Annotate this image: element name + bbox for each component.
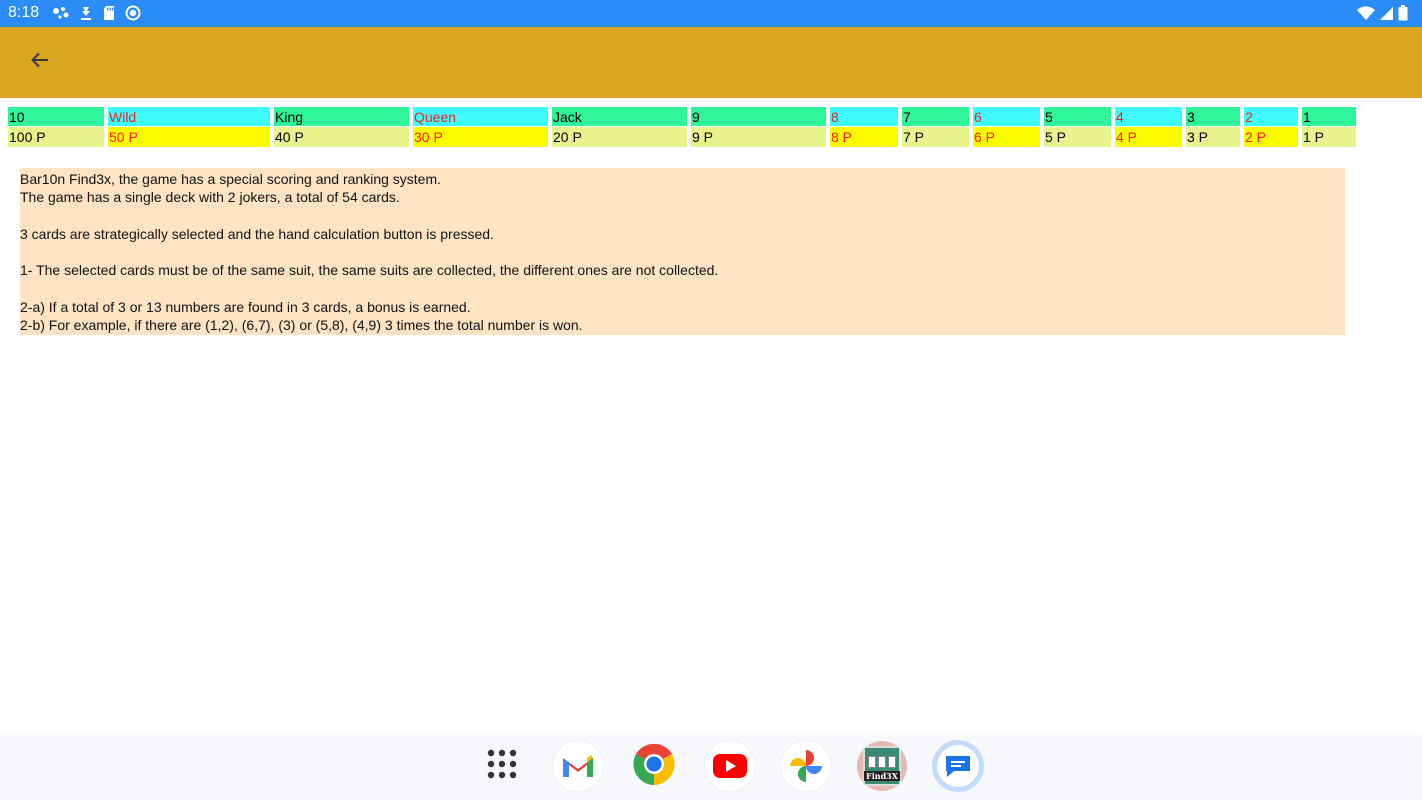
photos-app-button[interactable] [768,740,844,792]
battery-icon [1398,5,1408,21]
chrome-icon [629,739,679,794]
card-name-cell: 6 [973,107,1040,127]
rules-line: 2-a) If a total of 3 or 13 numbers are f… [20,299,471,316]
sd-card-icon [102,5,116,21]
card-points-cell: 20 P [552,127,687,148]
rules-line: Bar10n Find3x, the game has a special sc… [20,171,442,187]
card-points-cell: 9 P [691,127,826,148]
card-name-row: 10 Wild King Queen Jack 9 8 7 6 5 4 3 2 … [8,107,1360,127]
rules-blank-line [20,207,1345,225]
card-name-cell: Queen [413,107,548,127]
card-points-cell: 2 P [1244,127,1298,148]
gmail-app-button[interactable] [540,740,616,792]
card-points-cell: 30 P [413,127,548,148]
rules-line: 3 cards are strategically selected and t… [20,225,494,242]
find3x-app-button[interactable]: Find3X [844,740,920,792]
download-icon [79,6,93,21]
card-points-cell: 3 P [1186,127,1240,148]
card-name-cell: 2 [1244,107,1298,127]
wifi-icon [1357,5,1375,21]
card-name-cell: 8 [830,107,898,127]
card-name-cell: Jack [552,107,687,127]
card-name-cell: 3 [1186,107,1240,127]
photos-icon [781,741,831,791]
find3x-app-icon: Find3X [857,741,907,791]
youtube-icon [705,741,755,791]
arrow-left-icon [29,49,51,76]
app-drawer-icon [486,748,518,785]
app-drawer-button[interactable] [464,740,540,792]
card-name-cell: 7 [902,107,969,127]
messages-app-button[interactable] [920,740,996,792]
youtube-app-button[interactable] [692,740,768,792]
chrome-app-button[interactable] [616,740,692,792]
card-name-cell: 10 [8,107,104,127]
taskbar-dock: Find3X [0,733,1422,800]
rules-line: The game has a single deck with 2 jokers… [20,189,400,206]
card-name-cell: 5 [1044,107,1111,127]
rules-line: 1- The selected cards must be of the sam… [20,262,719,279]
card-points-cell: 40 P [274,127,409,148]
gmail-icon [553,741,603,791]
status-bar: 8:18 [0,0,1422,27]
status-time: 8:18 [8,4,40,21]
back-button[interactable] [22,44,58,80]
card-points-cell: 1 P [1302,127,1356,148]
card-name-cell: 1 [1302,107,1356,127]
card-name-cell: 9 [691,107,826,127]
card-points-cell: 50 P [108,127,270,148]
card-points-row: 100 P 50 P 40 P 30 P 20 P 9 P 8 P 7 P 6 … [8,127,1360,148]
card-points-cell: 100 P [8,127,104,148]
card-name-cell: 4 [1115,107,1182,127]
rules-line: 2-b) For example, if there are (1,2), (6… [20,317,583,334]
find3x-logo-label: Find3X [864,771,900,781]
card-points-cell: 7 P [902,127,969,148]
sync-icon [125,5,141,21]
rules-description: Bar10n Find3x, the game has a special sc… [20,168,1345,335]
card-points-cell: 6 P [973,127,1040,148]
rules-blank-line [20,280,1345,298]
signal-icon [1379,6,1394,21]
screen: 8:18 10 Wild King Queen Jack 9 8 7 6 5 4… [0,0,1422,800]
rules-blank-line [20,243,1345,261]
score-table: 10 Wild King Queen Jack 9 8 7 6 5 4 3 2 … [8,107,1360,148]
card-name-cell: Wild [108,107,270,127]
app-bar [0,27,1422,98]
assistant-icon [52,6,70,20]
card-points-cell: 4 P [1115,127,1182,148]
card-name-cell: King [274,107,409,127]
card-points-cell: 8 P [830,127,898,148]
messages-icon [932,740,984,792]
card-points-cell: 5 P [1044,127,1111,148]
